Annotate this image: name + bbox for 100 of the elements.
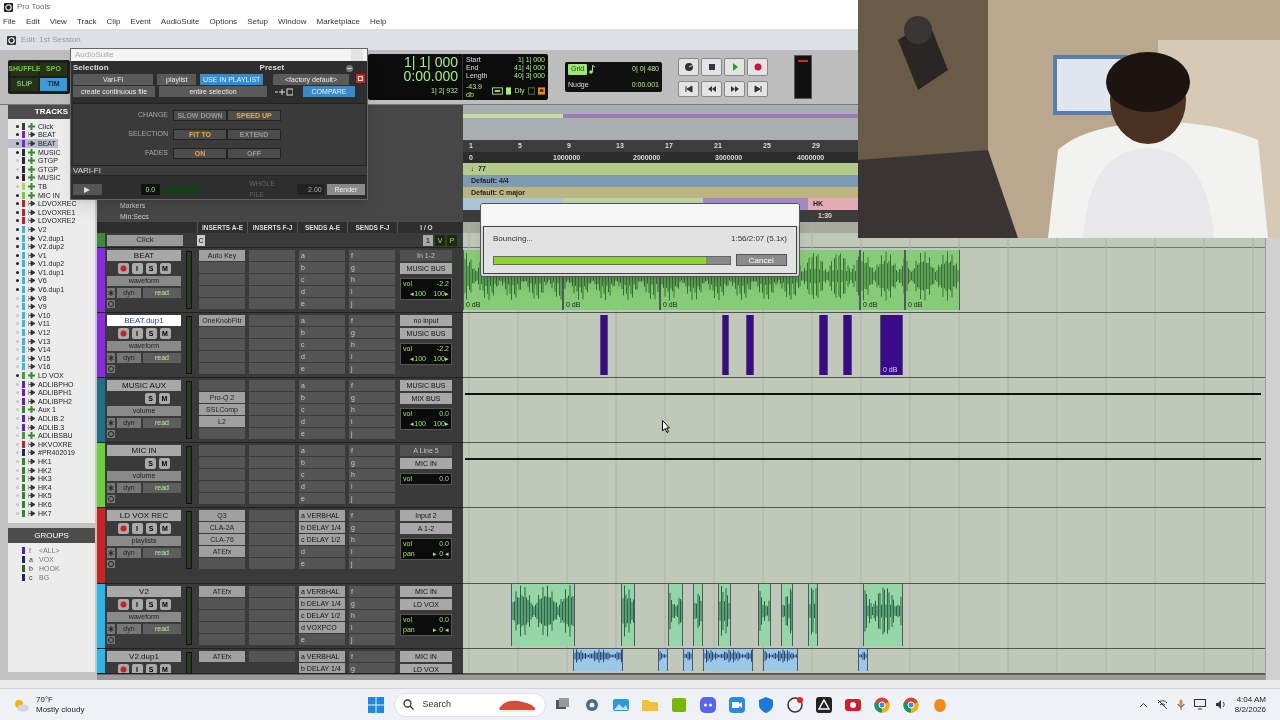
- menu-item[interactable]: Options: [209, 17, 238, 26]
- track-name-field[interactable]: Click: [107, 234, 183, 246]
- audio-clip[interactable]: [621, 583, 635, 646]
- menu-item[interactable]: Track: [76, 17, 97, 26]
- master-meter: [794, 55, 812, 99]
- transport-button[interactable]: [701, 80, 722, 97]
- audio-clip[interactable]: [905, 249, 960, 310]
- asterisk-icon[interactable]: [107, 418, 115, 428]
- clock-icon[interactable]: [107, 300, 115, 308]
- track-name-field[interactable]: BEAT: [107, 250, 181, 261]
- menu-item[interactable]: View: [49, 17, 67, 26]
- asterisk-icon[interactable]: [107, 624, 115, 634]
- audio-clip[interactable]: [819, 314, 828, 375]
- asterisk-icon[interactable]: [107, 353, 115, 363]
- windows-start-icon[interactable]: [368, 696, 385, 713]
- menu-item[interactable]: File: [3, 17, 16, 26]
- audio-clip[interactable]: [763, 648, 798, 671]
- browser-icon[interactable]: [873, 695, 892, 714]
- audio-clip[interactable]: [718, 583, 731, 646]
- track-name-field[interactable]: BEAT.dup1: [107, 315, 181, 326]
- audio-clip[interactable]: [668, 583, 683, 646]
- circle-logo-icon[interactable]: [786, 695, 805, 714]
- audio-clip[interactable]: [573, 648, 623, 671]
- clock-icon[interactable]: [107, 495, 115, 503]
- menu-item[interactable]: Help: [370, 17, 387, 26]
- link-icon[interactable]: [492, 87, 503, 95]
- record-icon: [119, 525, 127, 532]
- audio-clip[interactable]: [860, 249, 905, 310]
- transport-button[interactable]: [747, 80, 768, 97]
- weather-icon[interactable]: [12, 697, 30, 712]
- transport-button[interactable]: [701, 57, 722, 76]
- menu-item[interactable]: Clip: [106, 17, 121, 26]
- audio-clip[interactable]: [683, 648, 693, 671]
- menu-item[interactable]: AudioSuite: [160, 17, 200, 26]
- menu-item[interactable]: Edit: [25, 17, 40, 26]
- square-icon[interactable]: [527, 87, 535, 95]
- camera-icon[interactable]: [728, 695, 747, 714]
- track-name-field[interactable]: V2: [107, 586, 181, 597]
- clock-icon[interactable]: [107, 560, 115, 568]
- waveform: [906, 249, 959, 302]
- monitor-icon[interactable]: [1193, 699, 1206, 710]
- transport-button[interactable]: [724, 80, 745, 97]
- track-name-field[interactable]: V2.dup1: [107, 651, 181, 662]
- audio-clip[interactable]: [658, 648, 668, 671]
- temperature: 70°F: [36, 694, 54, 705]
- audio-clip[interactable]: [600, 314, 608, 375]
- preset-controls-icon[interactable]: [275, 87, 293, 96]
- audio-clip[interactable]: [858, 648, 868, 671]
- menu-item[interactable]: Window: [278, 17, 307, 26]
- main-counter: 1| 1| 000: [404, 55, 458, 69]
- record-enable-button[interactable]: [117, 328, 129, 339]
- microphone-icon[interactable]: [1176, 699, 1185, 710]
- waveform: [719, 583, 730, 638]
- search-field[interactable]: Search: [394, 692, 547, 717]
- asterisk-icon[interactable]: [107, 548, 115, 558]
- record-enable-button[interactable]: [117, 263, 129, 274]
- audio-clip[interactable]: [511, 583, 575, 646]
- speaker-icon[interactable]: [1214, 699, 1226, 710]
- plus-icon: [28, 406, 35, 414]
- audio-clip[interactable]: [703, 648, 753, 671]
- audio-clip[interactable]: [746, 314, 754, 375]
- audio-clip[interactable]: [722, 314, 729, 375]
- track-name-field[interactable]: LD VOX REC: [107, 510, 181, 521]
- audio-clip[interactable]: [758, 583, 771, 646]
- bypass-icon[interactable]: [356, 74, 365, 83]
- level-meter: [186, 251, 192, 309]
- toggle-icon[interactable]: [537, 87, 545, 95]
- transport-button[interactable]: [747, 57, 768, 76]
- preview-button[interactable]: [73, 184, 102, 195]
- menu-item[interactable]: Marketplace: [316, 17, 361, 26]
- menu-item[interactable]: Setup: [247, 17, 269, 26]
- transport-button[interactable]: [678, 57, 699, 76]
- track-name-field[interactable]: MUSIC AUX: [107, 380, 181, 391]
- audio-clip[interactable]: [693, 583, 703, 646]
- section-label: Preset: [259, 62, 285, 74]
- shield-icon[interactable]: [757, 695, 776, 714]
- clock-icon[interactable]: [107, 636, 115, 644]
- chat-bubble-icon[interactable]: [699, 695, 718, 714]
- audio-clip[interactable]: [880, 314, 903, 375]
- menu-item[interactable]: Event: [130, 17, 151, 26]
- clock-icon[interactable]: [107, 365, 115, 373]
- asterisk-icon[interactable]: [107, 288, 115, 298]
- audio-clip[interactable]: [781, 583, 793, 646]
- audio-clip[interactable]: [808, 583, 818, 646]
- audio-clip[interactable]: [843, 314, 852, 375]
- audio-clip[interactable]: [863, 583, 903, 646]
- transport-button[interactable]: [678, 80, 699, 97]
- document-icon[interactable]: [506, 87, 512, 95]
- record-enable-button[interactable]: [117, 599, 129, 610]
- minus-icon[interactable]: [346, 64, 353, 72]
- chevron-up-icon[interactable]: [1138, 701, 1148, 708]
- clock-icon[interactable]: [107, 430, 115, 438]
- record-enable-button[interactable]: [117, 523, 129, 534]
- network-off-icon[interactable]: [1156, 699, 1168, 710]
- mouse-pointer-icon: [662, 420, 670, 433]
- asterisk-icon[interactable]: [107, 483, 115, 493]
- browser-icon[interactable]: [902, 695, 921, 714]
- square-logo-icon[interactable]: [670, 695, 689, 714]
- triangle-logo-icon[interactable]: [815, 695, 834, 714]
- track-name-field[interactable]: MIC IN: [107, 445, 181, 456]
